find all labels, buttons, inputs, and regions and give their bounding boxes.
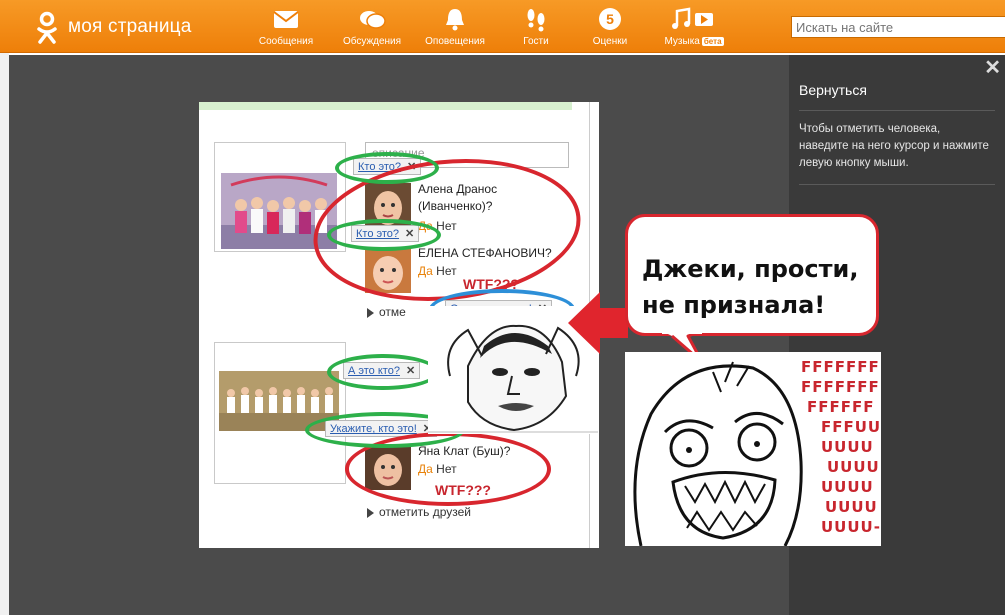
- footprints-icon: [527, 9, 545, 32]
- rage-text-line: FFFUU: [821, 418, 881, 436]
- red-arrow-graphic: [568, 292, 628, 354]
- envelope-icon: [273, 11, 299, 28]
- nav-guests[interactable]: Гости: [516, 6, 556, 50]
- site-search-input[interactable]: [791, 16, 1005, 38]
- rage-face-drawing: [633, 361, 803, 546]
- nav-notifications-label: Оповещения: [425, 36, 485, 47]
- group-photo-thumbnail[interactable]: [219, 371, 339, 431]
- nav-messages-label: Сообщения: [258, 36, 314, 47]
- who-is-this-tag[interactable]: Кто это? ✕: [353, 158, 422, 175]
- person-name: Алена Дранос (Иванченко)?: [418, 182, 498, 213]
- music-note-icon: [672, 7, 713, 29]
- green-strip: [199, 102, 572, 110]
- nav-music[interactable]: Музыка бета: [660, 6, 728, 50]
- tag-friends-link[interactable]: отметить друзей: [367, 505, 471, 519]
- wtf-caption: WTF???: [463, 276, 519, 292]
- group-photo-thumbnail[interactable]: [221, 173, 337, 249]
- nav-ratings-label: Оценки: [592, 36, 628, 47]
- remove-tag-icon[interactable]: ✕: [407, 161, 416, 173]
- yes-link[interactable]: Да: [418, 264, 433, 278]
- yes-link[interactable]: Да: [418, 462, 433, 476]
- yes-no-choice: Да Нет: [418, 462, 457, 476]
- rating-five-icon: 5: [599, 8, 621, 30]
- nav-ratings[interactable]: 5 Оценки: [588, 6, 632, 50]
- rage-text-line: FFFFFF: [807, 398, 875, 416]
- yes-no-choice: Да Нет: [418, 264, 457, 278]
- tag-friends-link[interactable]: отме: [367, 305, 406, 319]
- my-page-link[interactable]: моя страница: [68, 16, 192, 38]
- face-thumbnail: [365, 183, 411, 229]
- close-icon[interactable]: ✕: [984, 57, 1001, 79]
- no-link[interactable]: Нет: [436, 462, 456, 476]
- play-triangle-icon: [367, 307, 374, 318]
- no-link[interactable]: Нет: [436, 219, 456, 233]
- rating-badge: 5: [606, 11, 614, 27]
- yes-no-choice: Да Нет: [418, 219, 457, 233]
- nav-music-label: Музыка бета: [664, 36, 724, 47]
- nav-notifications[interactable]: Оповещения: [424, 6, 486, 50]
- rage-text-line: UUUU: [825, 498, 878, 516]
- yes-link[interactable]: Да: [418, 219, 433, 233]
- back-link[interactable]: Вернуться: [799, 82, 867, 98]
- specify-who-tag[interactable]: Укажите, кто это! ✕: [325, 420, 438, 437]
- face-thumbnail: [365, 247, 411, 293]
- rage-text-line: FFFFFFF: [801, 358, 880, 376]
- remove-tag-icon[interactable]: ✕: [406, 365, 415, 377]
- play-triangle-icon: [367, 507, 374, 518]
- speech-bubble: Джеки, прости, не признала!: [625, 214, 879, 336]
- page-edge: [0, 53, 9, 615]
- face-thumbnail: [365, 444, 411, 490]
- bell-icon: [446, 9, 464, 31]
- rage-text-line: FFFFFFF: [801, 378, 880, 396]
- person-name: ЕЛЕНА СТЕФАНОВИЧ?: [418, 246, 552, 260]
- who-is-this-tag[interactable]: Кто это? ✕: [351, 225, 420, 242]
- who-is-this-tag[interactable]: А это кто? ✕: [343, 362, 421, 379]
- remove-tag-icon[interactable]: ✕: [405, 228, 414, 240]
- rage-text-line: UUUU: [821, 478, 874, 496]
- rage-text-line: UUUU: [827, 458, 880, 476]
- photo-card[interactable]: [214, 342, 346, 484]
- divider: [799, 184, 995, 185]
- person-name: Яна Клат (Буш)?: [418, 444, 511, 458]
- nav-guests-label: Гости: [523, 36, 549, 47]
- nav-discussions[interactable]: Обсуждения: [340, 6, 404, 50]
- no-link[interactable]: Нет: [436, 264, 456, 278]
- nav-messages[interactable]: Сообщения: [258, 6, 314, 50]
- rage-text-line: UUUU: [821, 438, 874, 456]
- speech-bubble-text: Джеки, прости, не признала!: [642, 255, 859, 319]
- chat-bubbles-icon: [360, 11, 386, 29]
- tagging-hint-text: Чтобы отметить человека, наведите на нег…: [799, 123, 989, 169]
- divider: [799, 110, 995, 111]
- odnoklassniki-logo-icon[interactable]: [34, 11, 60, 45]
- nav-discussions-label: Обсуждения: [342, 36, 402, 47]
- top-bar: моя страница Сообщения Обсуждения Оповещ…: [0, 0, 1005, 53]
- rage-text-line: UUUU-: [821, 518, 881, 536]
- photo-card[interactable]: [214, 142, 346, 252]
- wtf-caption: WTF???: [435, 482, 491, 498]
- rage-face-comic: FFFFFFF FFFFFFF FFFFFF FFFUU UUUU UUUU U…: [625, 352, 881, 546]
- beta-badge: бета: [701, 37, 724, 46]
